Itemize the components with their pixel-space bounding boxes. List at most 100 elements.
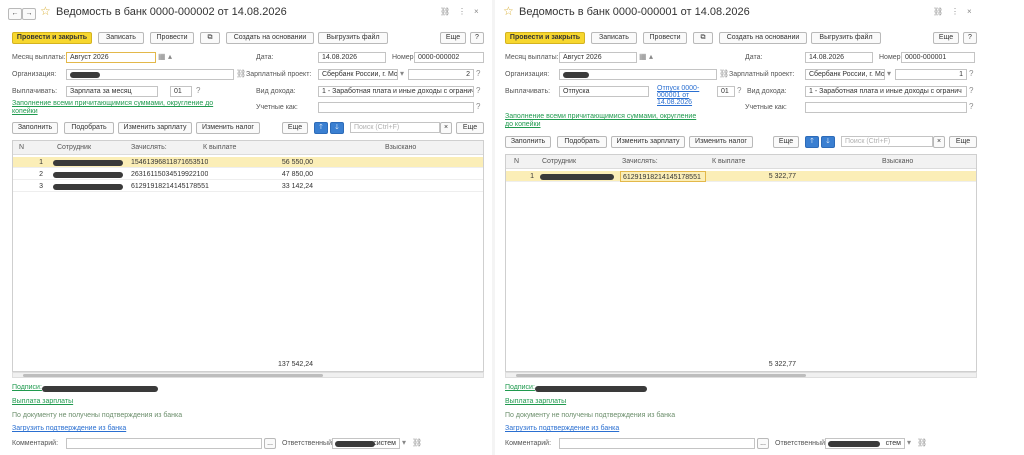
scrollbar-thumb[interactable] (516, 374, 806, 377)
comment-field[interactable] (559, 438, 755, 449)
table-row[interactable]: 1 15461396811871653510 56 550,00 (13, 157, 483, 168)
row-amount[interactable]: 33 142,24 (243, 181, 313, 192)
salary-pay-link[interactable]: Выплата зарплаты (505, 398, 566, 405)
header-account[interactable]: Зачислять: (131, 141, 167, 155)
help-button[interactable]: ? (470, 32, 484, 44)
dropdown-icon[interactable]: ▾ (400, 69, 404, 79)
pick-button[interactable]: Подобрать (557, 136, 607, 148)
calendar-icon[interactable]: ▦ (639, 52, 647, 62)
header-employee[interactable]: Сотрудник (542, 155, 576, 169)
dropdown-icon[interactable]: ▾ (907, 438, 911, 448)
horizontal-scrollbar[interactable] (12, 372, 484, 378)
header-n[interactable]: N (514, 155, 519, 169)
search-input[interactable]: Поиск (Ctrl+F) (841, 136, 933, 147)
search-clear-button[interactable]: × (933, 136, 945, 148)
move-up-button[interactable]: 🡑 (805, 136, 819, 148)
close-icon[interactable]: × (474, 7, 479, 17)
dropdown-icon[interactable]: ▾ (402, 438, 406, 448)
month-field[interactable]: Август 2026 (66, 52, 156, 63)
create-based-on-button[interactable]: Создать на основании (719, 32, 807, 44)
header-n[interactable]: N (19, 141, 24, 155)
table-row[interactable]: 2 26316115034519922100 47 850,00 (13, 169, 483, 180)
link-icon[interactable]: ⛓ (917, 438, 927, 448)
fill-button[interactable]: Заполнить (505, 136, 551, 148)
spin-icon[interactable]: ▴ (168, 52, 172, 62)
income-type-field[interactable]: 1 - Заработная плата и иные доходы с огр… (805, 86, 967, 97)
organization-field[interactable] (66, 69, 234, 80)
move-down-button[interactable]: 🡓 (821, 136, 835, 148)
more-button[interactable]: Еще (440, 32, 466, 44)
signatures-link[interactable]: Подписи: (12, 384, 42, 391)
signatures-link[interactable]: Подписи: (505, 384, 535, 391)
more-button[interactable]: Еще (933, 32, 959, 44)
pane-divider[interactable] (492, 0, 495, 455)
pay-type-field[interactable]: Отпуска (559, 86, 649, 97)
comment-field[interactable] (66, 438, 262, 449)
row-account[interactable]: 61291918214145178551 (131, 181, 209, 192)
header-account[interactable]: Зачислять: (622, 155, 658, 169)
fill-rounding-link[interactable]: Заполнение всеми причитающимися суммами,… (505, 113, 705, 129)
create-based-on-button[interactable]: Создать на основании (226, 32, 314, 44)
link-icon[interactable]: ⛓ (236, 69, 246, 79)
vacation-document-link[interactable]: Отпуск 0000-000001 от 14.08.2026 (657, 85, 713, 106)
comment-ellipsis-button[interactable]: ... (264, 438, 276, 449)
number-field[interactable]: 0000-000001 (901, 52, 975, 63)
responsible-field[interactable]: стем (825, 438, 905, 449)
post-button[interactable]: Провести (150, 32, 194, 44)
responsible-field[interactable]: систем (332, 438, 400, 449)
row-amount[interactable]: 47 850,00 (243, 169, 313, 180)
move-up-button[interactable]: 🡑 (314, 122, 328, 134)
header-employee[interactable]: Сотрудник (57, 141, 91, 155)
number-field[interactable]: 0000-000002 (414, 52, 484, 63)
horizontal-scrollbar[interactable] (505, 372, 977, 378)
help-icon[interactable]: ? (969, 102, 973, 112)
fill-rounding-link[interactable]: Заполнение всеми причитающимися суммами,… (12, 100, 222, 116)
help-icon[interactable]: ? (476, 102, 480, 112)
accounting-field[interactable] (318, 102, 474, 113)
salary-project-field[interactable]: Сбербанк России, г. Моск (805, 69, 885, 80)
link-icon[interactable]: ⛓ (933, 7, 943, 17)
income-type-field[interactable]: 1 - Заработная плата и иные доходы с огр… (318, 86, 474, 97)
post-button[interactable]: Провести (643, 32, 687, 44)
pay-type-field[interactable]: Зарплата за месяц (66, 86, 158, 97)
upload-file-button[interactable]: Выгрузить файл (318, 32, 388, 44)
close-icon[interactable]: × (967, 7, 972, 17)
table-more-button[interactable]: Еще (773, 136, 799, 148)
row-account[interactable]: 61291918214145178551 (620, 171, 706, 182)
forward-button[interactable]: → (22, 8, 36, 20)
salary-pay-link[interactable]: Выплата зарплаты (12, 398, 73, 405)
scrollbar-thumb[interactable] (23, 374, 323, 377)
load-confirmation-link[interactable]: Загрузить подтверждение из банка (12, 425, 126, 432)
back-button[interactable]: ← (8, 8, 22, 20)
help-icon[interactable]: ? (969, 86, 973, 96)
upload-file-button[interactable]: Выгрузить файл (811, 32, 881, 44)
table-row[interactable]: 1 61291918214145178551 5 322,77 (506, 171, 976, 182)
search-input[interactable]: Поиск (Ctrl+F) (350, 122, 440, 133)
header-amount[interactable]: К выплате (203, 141, 236, 155)
help-button[interactable]: ? (963, 32, 977, 44)
date-field[interactable]: 14.08.2026 (318, 52, 386, 63)
help-icon[interactable]: ? (969, 69, 973, 79)
help-icon[interactable]: ? (196, 86, 200, 96)
row-account[interactable]: 26316115034519922100 (131, 169, 208, 180)
move-down-button[interactable]: 🡓 (330, 122, 344, 134)
fill-button[interactable]: Заполнить (12, 122, 58, 134)
accounting-field[interactable] (805, 102, 967, 113)
favorite-star-icon[interactable]: ☆ (503, 5, 514, 17)
link-icon[interactable]: ⛓ (412, 438, 422, 448)
search-clear-button[interactable]: × (440, 122, 452, 134)
spin-icon[interactable]: ▴ (649, 52, 653, 62)
post-and-close-button[interactable]: Провести и закрыть (505, 32, 585, 44)
row-account[interactable]: 15461396811871653510 (131, 157, 208, 168)
table-more-button[interactable]: Еще (282, 122, 308, 134)
table-more-button-2[interactable]: Еще (456, 122, 484, 134)
save-button[interactable]: Записать (98, 32, 144, 44)
row-amount[interactable]: 56 550,00 (243, 157, 313, 168)
help-icon[interactable]: ? (476, 86, 480, 96)
header-amount[interactable]: К выплате (712, 155, 745, 169)
calendar-icon[interactable]: ▦ (158, 52, 166, 62)
organization-field[interactable] (559, 69, 717, 80)
change-salary-button[interactable]: Изменить зарплату (118, 122, 192, 134)
date-field[interactable]: 14.08.2026 (805, 52, 873, 63)
month-field[interactable]: Август 2026 (559, 52, 637, 63)
